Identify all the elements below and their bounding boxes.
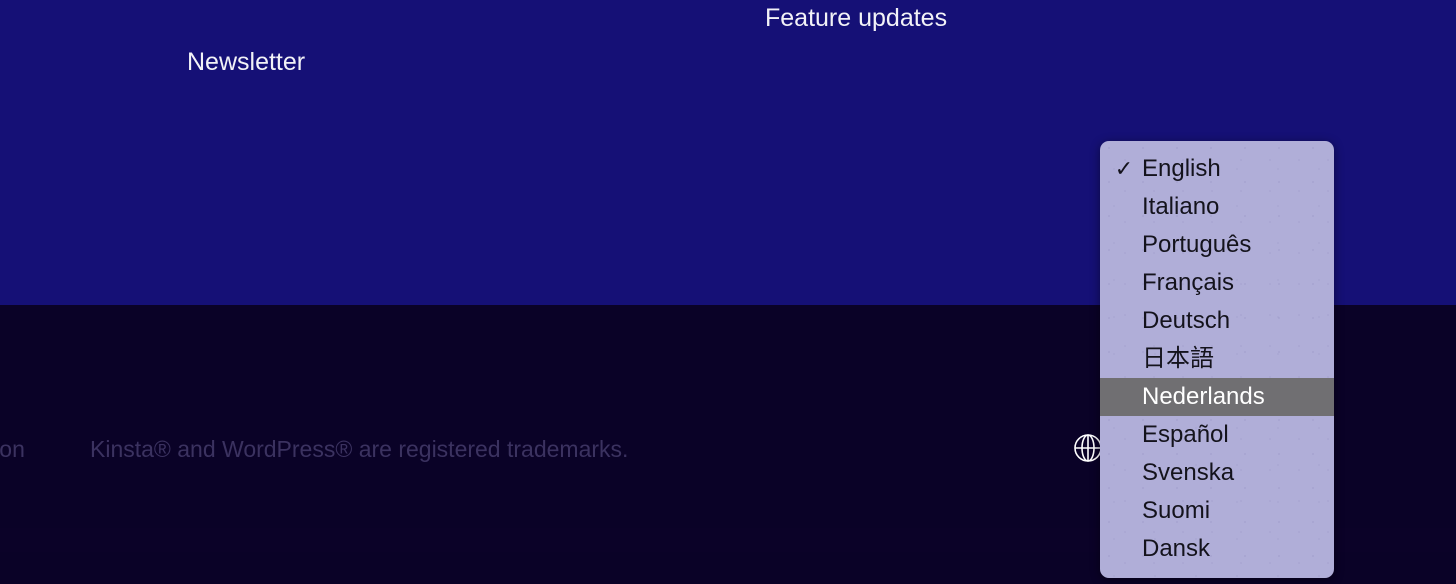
checkmark-icon: ✓: [1114, 156, 1134, 181]
language-option-label: Suomi: [1142, 497, 1211, 524]
language-option-dansk[interactable]: Dansk: [1100, 530, 1334, 568]
language-option-italiano[interactable]: Italiano: [1100, 188, 1334, 226]
language-option-suomi[interactable]: Suomi: [1100, 492, 1334, 530]
language-option-[interactable]: 日本語: [1100, 340, 1334, 378]
language-option-portugu-s[interactable]: Português: [1100, 226, 1334, 264]
language-option-label: 日本語: [1142, 345, 1214, 372]
language-option-label: English: [1142, 155, 1221, 182]
language-option-label: Português: [1142, 231, 1252, 258]
language-option-label: Deutsch: [1142, 307, 1231, 334]
page-root: Feature updates Newsletter ation Kinsta®…: [0, 0, 1456, 584]
language-option-label: Svenska: [1142, 459, 1235, 486]
language-option-deutsch[interactable]: Deutsch: [1100, 302, 1334, 340]
language-option-label: Italiano: [1142, 193, 1220, 220]
language-option-label: Français: [1142, 269, 1235, 296]
footer-trademark-notice: Kinsta® and WordPress® are registered tr…: [90, 436, 629, 462]
language-option-nederlands[interactable]: Nederlands: [1100, 378, 1334, 416]
language-option-label: Dansk: [1142, 535, 1211, 562]
nav-link-feature-updates[interactable]: Feature updates: [765, 3, 947, 33]
language-option-svenska[interactable]: Svenska: [1100, 454, 1334, 492]
language-option-english[interactable]: ✓ English: [1100, 150, 1334, 188]
nav-link-newsletter[interactable]: Newsletter: [187, 47, 305, 77]
language-option-fran-ais[interactable]: Français: [1100, 264, 1334, 302]
language-option-label: Español: [1142, 421, 1229, 448]
language-option-label: Nederlands: [1142, 383, 1265, 410]
language-option-list: ✓ English Italiano Português Français Deutsch…: [1100, 141, 1334, 568]
footer-link-documentation[interactable]: ation: [0, 435, 25, 463]
language-option-espa-ol[interactable]: Español: [1100, 416, 1334, 454]
language-select-dropdown[interactable]: ✓ English Italiano Português Français Deutsch…: [1100, 141, 1334, 578]
